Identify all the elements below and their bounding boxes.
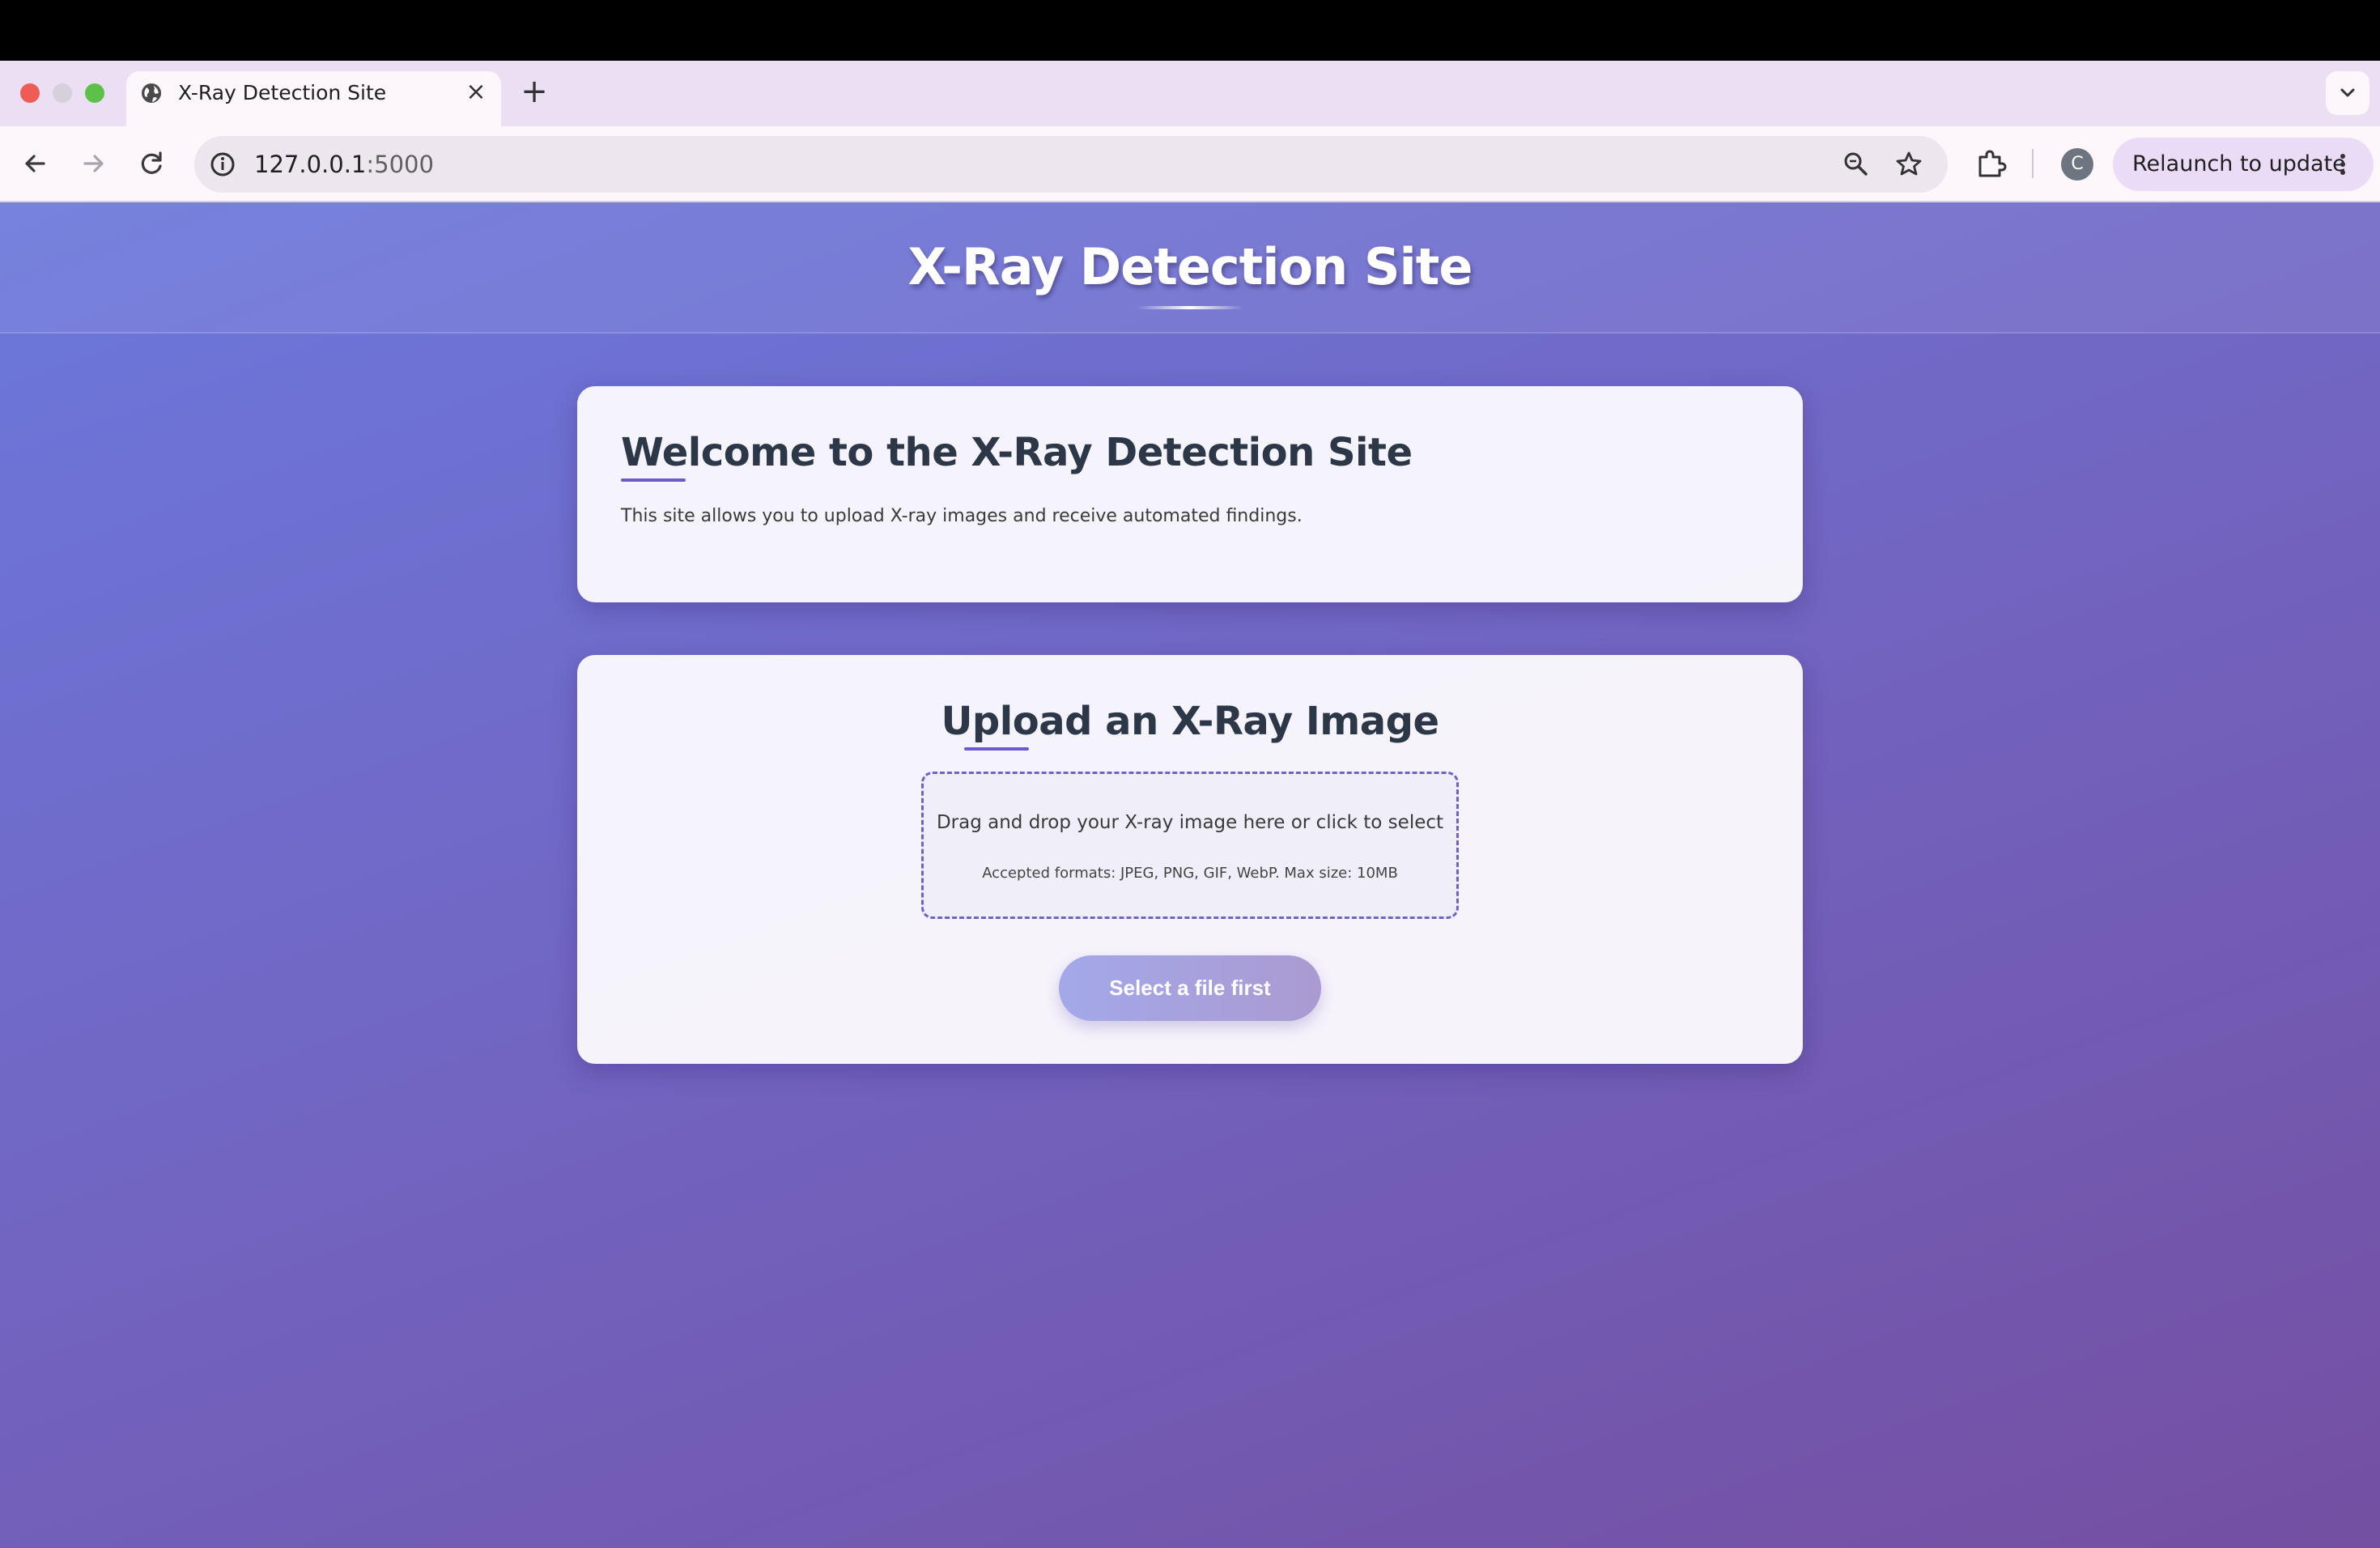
globe-icon <box>142 83 161 103</box>
upload-button[interactable]: Select a file first <box>1059 955 1321 1021</box>
url-host: 127.0.0.1 <box>254 151 367 178</box>
upload-heading: Upload an X-Ray Image <box>941 699 1439 744</box>
star-icon[interactable] <box>1893 149 1924 180</box>
back-arrow-icon[interactable] <box>18 146 53 181</box>
zoom-icon[interactable] <box>1841 149 1872 180</box>
tab-close-icon[interactable]: × <box>463 79 489 105</box>
window-maximize-button[interactable] <box>85 83 104 103</box>
chevron-down-icon <box>2340 88 2355 97</box>
info-icon[interactable] <box>207 149 238 180</box>
welcome-description: This site allows you to upload X-ray ima… <box>621 506 1303 526</box>
reload-icon[interactable] <box>134 146 170 181</box>
heading-underline <box>964 747 1029 751</box>
site-title: X-Ray Detection Site <box>907 237 1473 296</box>
window-minimize-button[interactable] <box>53 83 72 103</box>
page-content: X-Ray Detection Site Welcome to the X-Ra… <box>0 202 2380 1548</box>
toolbar-separator <box>2032 149 2034 178</box>
heading-underline <box>621 478 686 482</box>
dropzone-instructions: Drag and drop your X-ray image here or c… <box>936 812 1444 833</box>
profile-avatar[interactable]: C <box>2061 148 2093 181</box>
file-dropzone[interactable]: Drag and drop your X-ray image here or c… <box>921 772 1459 919</box>
kebab-menu-icon[interactable] <box>2336 150 2349 179</box>
dropzone-accepted-formats: Accepted formats: JPEG, PNG, GIF, WebP. … <box>982 865 1398 882</box>
tab-title: X-Ray Detection Site <box>178 81 387 104</box>
title-underline <box>1137 306 1243 309</box>
window-close-button[interactable] <box>20 83 40 103</box>
address-bar[interactable] <box>194 136 1948 193</box>
tab-search-button[interactable] <box>2326 71 2369 115</box>
relaunch-label: Relaunch to update <box>2132 151 2346 176</box>
screen-top-bar <box>0 0 2380 61</box>
url-port: :5000 <box>366 151 434 178</box>
forward-arrow-icon[interactable] <box>75 146 111 181</box>
welcome-card: Welcome to the X-Ray Detection Site This… <box>577 386 1803 602</box>
welcome-heading: Welcome to the X-Ray Detection Site <box>621 430 1413 475</box>
new-tab-button[interactable]: + <box>520 75 549 108</box>
url-text[interactable]: 127.0.0.1:5000 <box>254 149 434 180</box>
upload-card: Upload an X-Ray Image Drag and drop your… <box>577 655 1803 1064</box>
puzzle-icon[interactable] <box>1974 147 2008 181</box>
site-header: X-Ray Detection Site <box>0 202 2380 334</box>
